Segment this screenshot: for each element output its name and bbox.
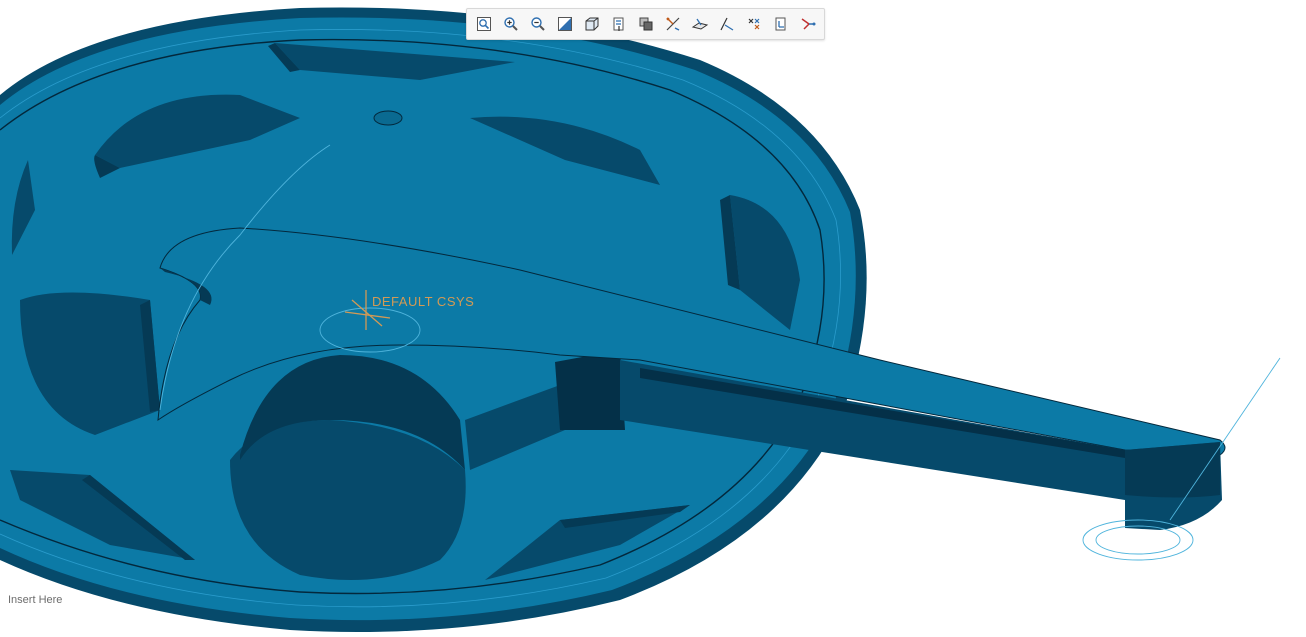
crank-arm-end-cap <box>1125 442 1220 498</box>
view-toolbar <box>466 8 825 40</box>
refit-icon <box>476 17 491 31</box>
saved-orientations-icon <box>613 17 623 31</box>
perspective-icon <box>666 17 679 31</box>
point-display-icon <box>748 18 759 30</box>
plane-display-icon <box>691 18 708 30</box>
status-text: Insert Here <box>8 594 63 606</box>
csys-label: DEFAULT CSYS <box>372 294 475 309</box>
refit-button[interactable] <box>470 11 497 38</box>
annotation-display-button[interactable] <box>794 11 821 38</box>
chainring-bolt-hole <box>373 110 403 126</box>
datum-circle-inner <box>1095 525 1181 555</box>
point-display-button[interactable] <box>740 11 767 38</box>
plane-display-button[interactable] <box>686 11 713 38</box>
model-canvas[interactable] <box>0 0 1306 637</box>
repaint-button[interactable] <box>551 11 578 38</box>
view-manager-button[interactable] <box>632 11 659 38</box>
zoom-in-button[interactable] <box>497 11 524 38</box>
csys-display-icon <box>775 17 785 31</box>
perspective-button[interactable] <box>659 11 686 38</box>
saved-orientations-button[interactable] <box>605 11 632 38</box>
csys-display-button[interactable] <box>767 11 794 38</box>
axis-display-button[interactable] <box>713 11 740 38</box>
zoom-out-icon <box>530 17 545 31</box>
spider-lobe-face <box>555 350 625 430</box>
view-manager-icon <box>639 17 652 31</box>
zoom-out-button[interactable] <box>524 11 551 38</box>
repaint-icon <box>557 17 572 31</box>
graphics-viewport[interactable]: DEFAULT CSYS Insert Here <box>0 0 1306 637</box>
axis-display-icon <box>719 17 733 31</box>
display-style-icon <box>585 17 598 31</box>
display-style-button[interactable] <box>578 11 605 38</box>
annotation-display-icon <box>801 18 815 30</box>
zoom-in-icon <box>503 17 518 31</box>
